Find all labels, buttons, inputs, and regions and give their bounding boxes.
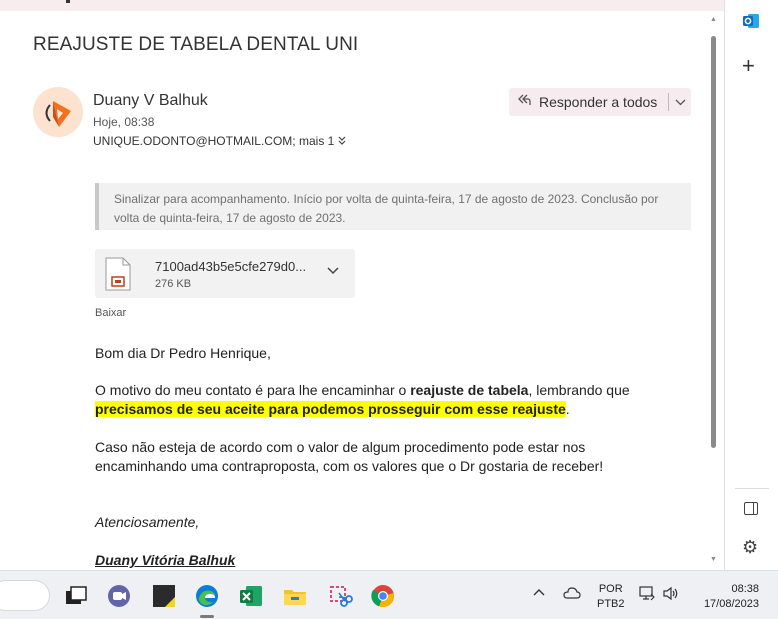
chevron-double-down-icon[interactable] bbox=[338, 134, 346, 148]
task-view-icon[interactable] bbox=[63, 583, 89, 609]
reading-pane: REAJUSTE DE TABELA DENTAL UNI Duany V Ba… bbox=[0, 11, 724, 570]
highlighted-text: precisamos de seu aceite para podemos pr… bbox=[95, 401, 566, 417]
onedrive-cloud-icon[interactable] bbox=[563, 587, 581, 602]
system-clock[interactable]: 08:38 17/08/2023 bbox=[697, 582, 759, 612]
sender-name[interactable]: Duany V Balhuk bbox=[93, 92, 208, 110]
taskbar: POR PTB2 08:38 17/08/2023 bbox=[0, 570, 778, 619]
email-paragraph-2: Caso não esteja de acordo com o valor de… bbox=[95, 439, 604, 474]
pdf-file-icon bbox=[104, 257, 132, 291]
excel-icon[interactable] bbox=[238, 583, 264, 609]
side-pane-toggle-icon[interactable] bbox=[744, 502, 758, 515]
network-icon[interactable] bbox=[639, 586, 655, 604]
download-link[interactable]: Baixar bbox=[95, 307, 126, 319]
attachment-file-name: 7100ad43b5e5cfe279d0... bbox=[155, 259, 307, 274]
strip-mark bbox=[66, 0, 70, 3]
edge-active-indicator bbox=[200, 615, 214, 618]
keyboard-layout: PTB2 bbox=[597, 598, 625, 610]
bold-text: reajuste de tabela bbox=[410, 382, 529, 398]
chevron-down-icon[interactable] bbox=[669, 95, 691, 109]
paragraph-text: , lembrando que bbox=[528, 382, 630, 398]
email-closing: Atenciosamente, bbox=[95, 514, 200, 530]
top-strip bbox=[0, 0, 724, 11]
vertical-scrollbar[interactable]: ▲ ▼ bbox=[707, 11, 721, 570]
snipping-tool-icon[interactable] bbox=[327, 583, 353, 609]
email-greeting: Bom dia Dr Pedro Henrique, bbox=[95, 345, 271, 361]
reply-all-label: Responder a todos bbox=[539, 94, 658, 110]
show-hidden-icons-chevron-up-icon[interactable] bbox=[533, 587, 545, 599]
sticky-notes-icon[interactable] bbox=[151, 583, 177, 609]
language-code: POR bbox=[598, 583, 623, 595]
paragraph-text: . bbox=[565, 401, 570, 417]
sent-time: Hoje, 08:38 bbox=[93, 115, 155, 129]
email-subject: REAJUSTE DE TABELA DENTAL UNI bbox=[33, 34, 359, 55]
teams-chat-icon[interactable] bbox=[106, 583, 132, 609]
sender-logo-icon bbox=[33, 87, 83, 137]
chrome-browser-icon[interactable] bbox=[370, 583, 396, 609]
recipients-more[interactable]: mais 1 bbox=[299, 134, 334, 148]
taskbar-search-box[interactable] bbox=[0, 580, 50, 611]
reply-all-button[interactable]: Responder a todos bbox=[509, 88, 691, 116]
sender-avatar[interactable] bbox=[33, 87, 83, 137]
recipients-line[interactable]: UNIQUE.ODONTO@HOTMAIL.COM; mais 1 bbox=[93, 134, 346, 148]
input-language-indicator[interactable]: POR PTB2 bbox=[597, 582, 625, 612]
email-paragraph-1: O motivo do meu contato é para lhe encam… bbox=[95, 381, 685, 419]
attachment-card[interactable]: 7100ad43b5e5cfe279d0... 276 KB bbox=[95, 249, 355, 298]
attachment-chevron-down-icon[interactable] bbox=[327, 263, 339, 278]
side-app-bar: + ⚙ bbox=[724, 0, 778, 570]
settings-gear-icon[interactable]: ⚙ bbox=[742, 537, 758, 558]
volume-icon[interactable] bbox=[662, 586, 680, 604]
edge-browser-icon[interactable] bbox=[194, 583, 220, 609]
side-divider bbox=[735, 488, 769, 489]
outlook-icon[interactable] bbox=[742, 12, 760, 30]
email-signature: Duany Vitória Balhuk bbox=[95, 552, 236, 568]
add-app-icon[interactable]: + bbox=[742, 53, 755, 79]
recipient-address: UNIQUE.ODONTO@HOTMAIL.COM; bbox=[93, 134, 296, 148]
file-explorer-icon[interactable] bbox=[282, 583, 308, 609]
scroll-down-arrow-icon[interactable]: ▼ bbox=[710, 556, 717, 563]
clock-time: 08:38 bbox=[731, 583, 759, 595]
clock-date: 17/08/2023 bbox=[703, 598, 759, 610]
attachment-file-size: 276 KB bbox=[155, 278, 192, 290]
flag-followup-note: Sinalizar para acompanhamento. Início po… bbox=[95, 183, 691, 230]
scroll-up-arrow-icon[interactable]: ▲ bbox=[710, 16, 717, 23]
scroll-thumb[interactable] bbox=[711, 36, 716, 448]
paragraph-text: O motivo do meu contato é para lhe encam… bbox=[95, 382, 411, 398]
reply-all-icon bbox=[509, 93, 539, 111]
